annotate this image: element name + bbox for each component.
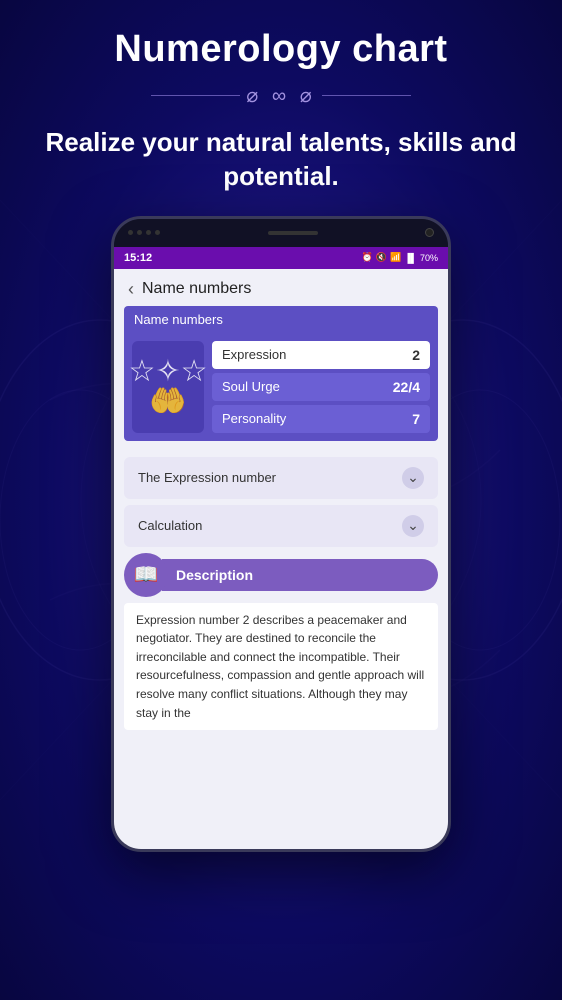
back-button[interactable]: ‹	[128, 279, 134, 300]
phone-nav: ‹ Name numbers	[114, 269, 448, 306]
expression-value: 2	[412, 347, 420, 363]
speaker-bar	[268, 231, 318, 235]
phone-bottom-bar	[114, 730, 448, 746]
wifi-icon: 📶	[390, 252, 401, 263]
hand-stars-icon: ☆✧☆🤲	[129, 357, 208, 417]
chevron-down-icon-2: ⌄	[402, 515, 424, 537]
phone-top-bar	[114, 219, 448, 247]
description-area: 📖 Description	[124, 553, 438, 597]
status-bar: 15:12 ⏰ 🔇 📶 ▐▌ 70%	[114, 247, 448, 269]
status-icons: ⏰ 🔇 📶 ▐▌ 70%	[362, 252, 438, 263]
page-subtitle: Realize your natural talents, skills and…	[0, 126, 562, 194]
page-title: Numerology chart	[114, 28, 447, 71]
numbers-list: Expression 2 Soul Urge 22/4 Personality …	[212, 341, 430, 433]
name-numbers-section: Name numbers ☆✧☆🤲 Expression 2	[114, 306, 448, 451]
number-row-expression[interactable]: Expression 2	[212, 341, 430, 369]
camera-dot-1	[128, 230, 133, 235]
personality-label: Personality	[222, 411, 286, 426]
alarm-icon: ⏰	[362, 252, 373, 263]
icon-area: ☆✧☆🤲	[132, 341, 204, 433]
number-row-soul-urge[interactable]: Soul Urge 22/4	[212, 373, 430, 401]
battery-level: 70%	[420, 253, 438, 263]
phone-cameras	[128, 230, 160, 235]
phone-mockup: 15:12 ⏰ 🔇 📶 ▐▌ 70% ‹ Name numbers	[111, 216, 451, 852]
signal-icon: ▐▌	[404, 253, 417, 263]
front-camera	[425, 228, 434, 237]
expression-label: Expression	[222, 347, 286, 362]
name-numbers-content: ☆✧☆🤲 Expression 2 Soul Urge 22/4	[124, 333, 438, 441]
accordion-calculation-label: Calculation	[138, 518, 202, 533]
accordion-expression-label: The Expression number	[138, 470, 276, 485]
accordion-calculation[interactable]: Calculation ⌄	[124, 505, 438, 547]
chevron-down-icon: ⌄	[402, 467, 424, 489]
camera-dot-3	[146, 230, 151, 235]
soul-urge-value: 22/4	[393, 379, 420, 395]
number-row-personality[interactable]: Personality 7	[212, 405, 430, 433]
personality-value: 7	[412, 411, 420, 427]
name-numbers-header: Name numbers	[124, 306, 438, 333]
description-text: Expression number 2 describes a peacemak…	[124, 603, 438, 731]
accordion-expression[interactable]: The Expression number ⌄	[124, 457, 438, 499]
camera-dot-4	[155, 230, 160, 235]
phone-screen: ‹ Name numbers Name numbers ☆✧☆🤲	[114, 269, 448, 849]
nav-title: Name numbers	[142, 280, 251, 298]
status-time: 15:12	[124, 252, 152, 264]
camera-dot-2	[137, 230, 142, 235]
ornament-divider: ⌀ ∞ ⌀	[151, 83, 411, 108]
silent-icon: 🔇	[376, 252, 387, 263]
book-icon: 📖	[134, 562, 159, 587]
description-icon-button[interactable]: 📖	[124, 553, 168, 597]
soul-urge-label: Soul Urge	[222, 379, 280, 394]
description-button[interactable]: Description	[162, 559, 438, 591]
